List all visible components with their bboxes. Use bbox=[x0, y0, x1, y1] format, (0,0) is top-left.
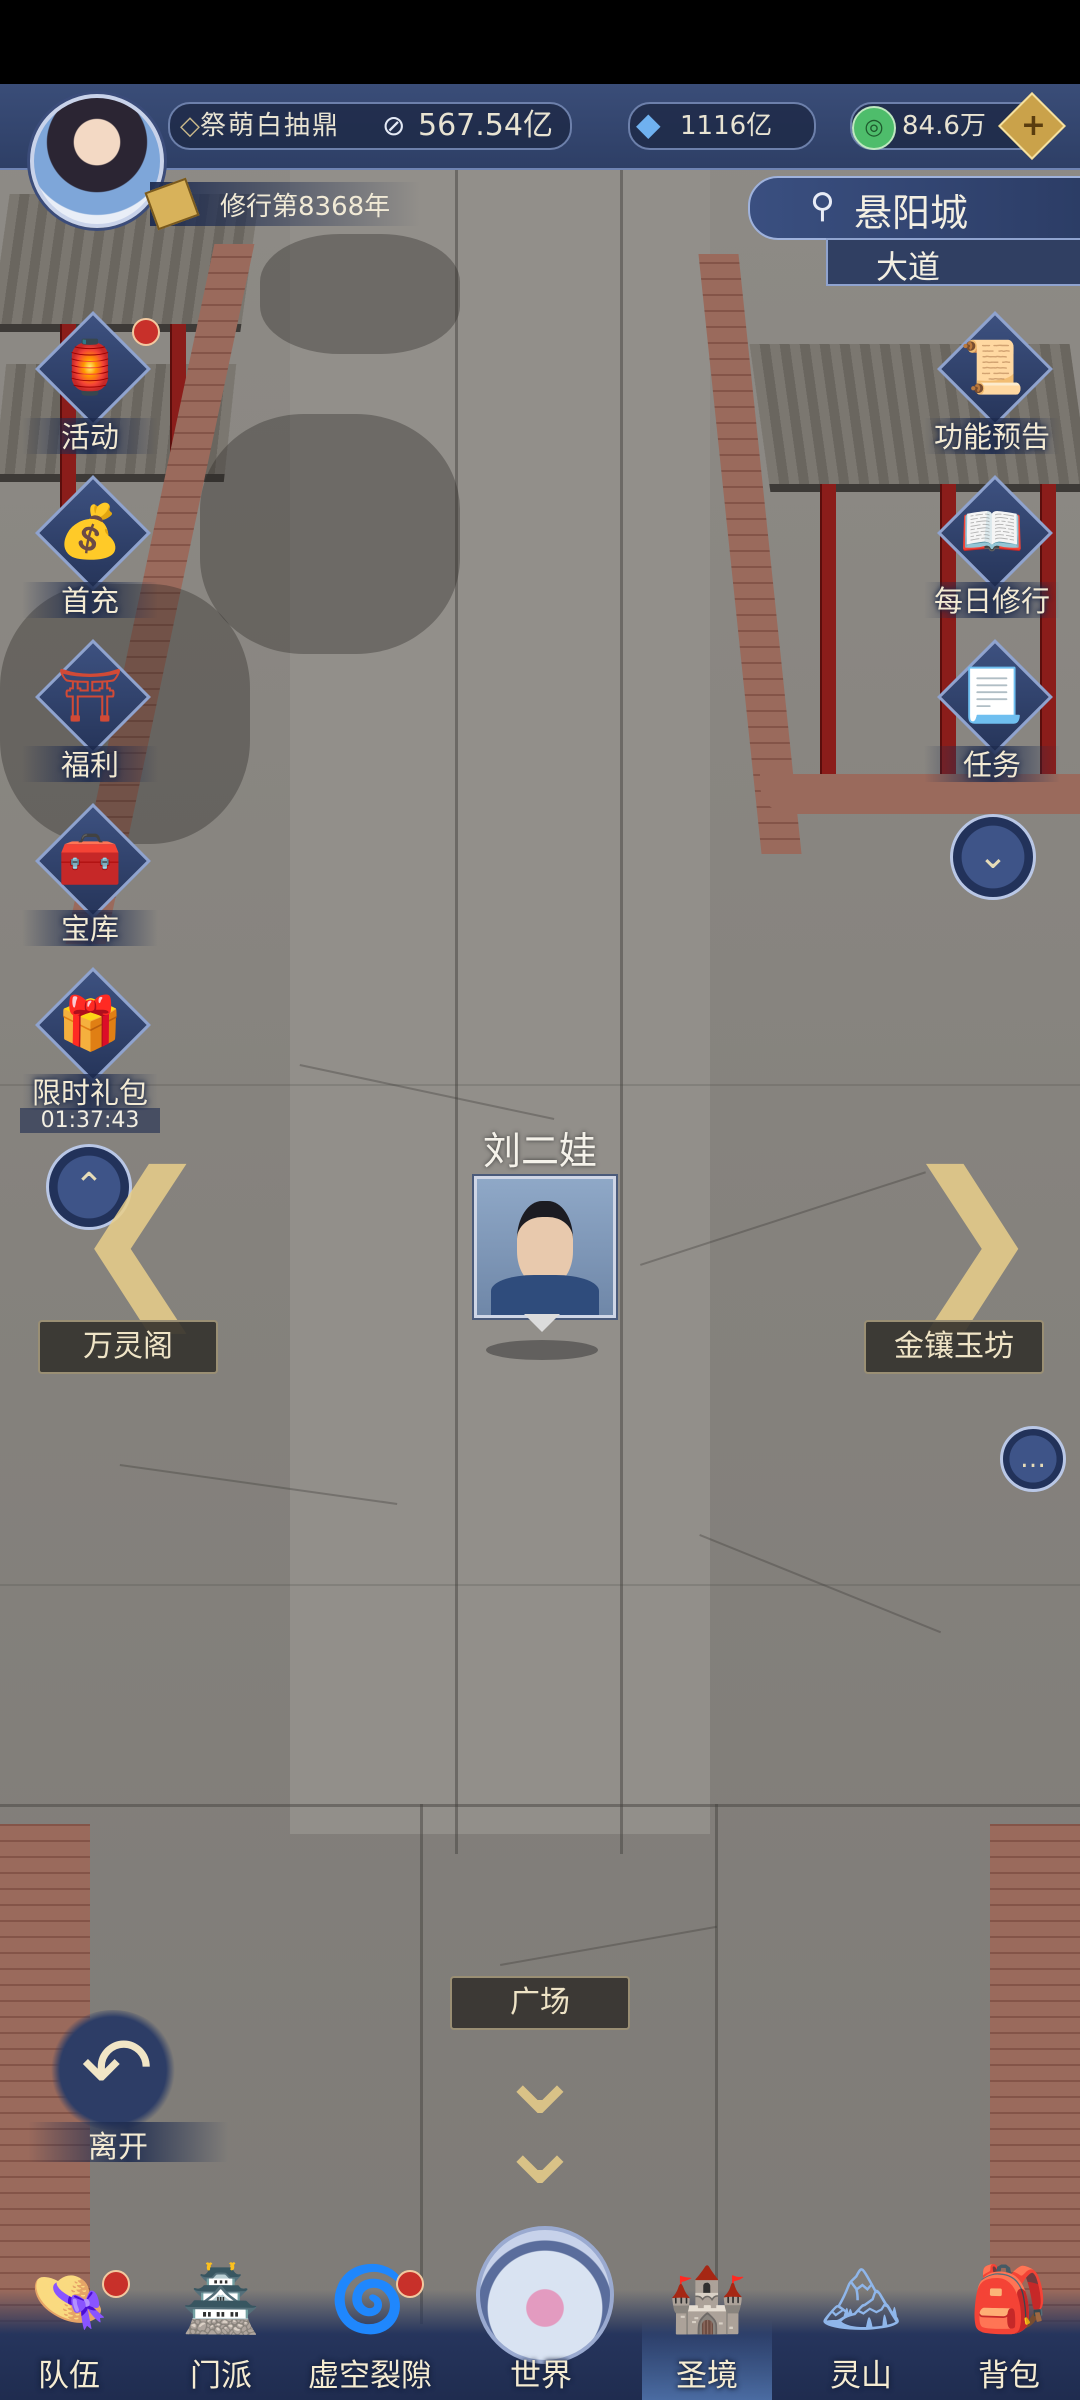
tasks-label: 任务 bbox=[962, 748, 1021, 782]
team-notification-dot bbox=[102, 2270, 130, 2298]
add-icon: + bbox=[1020, 108, 1046, 143]
nav-world[interactable]: 世界 bbox=[456, 2220, 626, 2400]
combat-power-icon: ⊘ bbox=[382, 109, 406, 142]
pavilion-icon: ⛩ bbox=[56, 666, 123, 726]
leave-button[interactable]: ↶ 离开 bbox=[28, 2010, 228, 2165]
jinxiangyu-shop-label: 金镶玉坊 bbox=[894, 1329, 1014, 1364]
nav-void-rift[interactable]: 🌀 虚空裂隙 bbox=[300, 2250, 440, 2400]
nav-sect[interactable]: 🏯 门派 bbox=[156, 2250, 286, 2400]
nav-backpack-label: 背包 bbox=[978, 2358, 1040, 2394]
limited-pack-label: 限时礼包 bbox=[31, 1076, 148, 1110]
city-name: 悬阳城 bbox=[854, 191, 969, 235]
tasks-button[interactable]: 📃 任务 bbox=[924, 639, 1060, 796]
area-name: 大道 bbox=[876, 248, 941, 286]
jade-coin-icon: ◎ bbox=[852, 106, 896, 150]
player-avatar[interactable] bbox=[30, 94, 164, 228]
treasure-chest-icon: 🧰 bbox=[57, 830, 123, 890]
world-globe-icon bbox=[476, 2226, 614, 2364]
mountain-icon: 🏔 bbox=[820, 2263, 902, 2337]
nav-team-label: 队伍 bbox=[38, 2358, 100, 2394]
void-rift-notification-dot bbox=[396, 2270, 424, 2298]
jade-value: 84.6万 bbox=[902, 111, 986, 141]
treasury-button[interactable]: 🧰 宝库 bbox=[22, 803, 158, 960]
activity-button[interactable]: 🏮 活动 bbox=[22, 311, 160, 468]
crystal-currency[interactable]: ◆ 1116亿 bbox=[628, 102, 816, 150]
activity-notification-dot bbox=[132, 318, 160, 346]
cultivation-year-text: 修行第8368年 bbox=[220, 192, 391, 222]
go-right-arrow-icon[interactable]: ❯ bbox=[900, 1150, 1042, 1320]
crystal-value: 1116亿 bbox=[680, 111, 773, 141]
area-panel: 大道 bbox=[826, 238, 1080, 286]
return-arrow-icon: ↶ bbox=[80, 2019, 154, 2119]
leave-label: 离开 bbox=[88, 2130, 148, 2165]
task-scroll-icon: 📃 bbox=[959, 666, 1025, 726]
location-pin-icon: ⚲ bbox=[810, 186, 835, 226]
scroll-preview-icon: 📜 bbox=[959, 338, 1025, 398]
combat-power-value: 567.54亿 bbox=[418, 108, 553, 143]
event-banner-text: 祭萌白抽鼎 bbox=[200, 111, 341, 141]
nav-world-label: 世界 bbox=[510, 2358, 572, 2394]
crystal-icon: ◆ bbox=[636, 105, 661, 143]
nav-team[interactable]: 👒 队伍 bbox=[4, 2250, 134, 2400]
limited-pack-timer: 01:37:43 bbox=[20, 1108, 160, 1133]
lantern-icon: 🏮 bbox=[57, 338, 123, 398]
daily-practice-label: 每日修行 bbox=[933, 584, 1050, 618]
first-recharge-label: 首充 bbox=[60, 584, 119, 618]
jade-currency[interactable]: ◎ 84.6万 + bbox=[850, 92, 1066, 160]
npc-face-icon bbox=[517, 1201, 573, 1285]
void-portal-icon: 🌀 bbox=[329, 2263, 409, 2337]
scroll-icon bbox=[144, 177, 200, 231]
nav-sect-label: 门派 bbox=[190, 2358, 252, 2394]
wanling-pavilion-sign[interactable]: 万灵阁 bbox=[38, 1320, 218, 1374]
welfare-button[interactable]: ⛩ 福利 bbox=[22, 639, 158, 796]
daily-practice-button[interactable]: 📖 每日修行 bbox=[924, 475, 1060, 632]
collapse-right-menu-button[interactable]: ⌄ bbox=[950, 814, 1036, 900]
go-left-arrow-icon[interactable]: ❮ bbox=[70, 1150, 212, 1320]
gift-bag-icon: 🎁 bbox=[57, 994, 123, 1054]
chat-bubble-icon: … bbox=[1020, 1444, 1046, 1474]
npc-name: 刘二娃 bbox=[482, 1129, 597, 1173]
chat-button[interactable]: … bbox=[1000, 1426, 1066, 1492]
nav-backpack[interactable]: 🎒 背包 bbox=[944, 2250, 1074, 2400]
jinxiangyu-shop-sign[interactable]: 金镶玉坊 bbox=[864, 1320, 1044, 1374]
event-banner[interactable]: ◇ 祭萌白抽鼎 ⊘ 567.54亿 bbox=[168, 102, 572, 150]
treasury-label: 宝库 bbox=[60, 912, 119, 946]
backpack-icon: 🎒 bbox=[969, 2263, 1049, 2337]
diamond-ornament-icon: ◇ bbox=[180, 111, 200, 141]
nav-holy-realm[interactable]: 🏰 圣境 bbox=[642, 2250, 772, 2400]
nav-spirit-mountain-label: 灵山 bbox=[830, 2358, 892, 2394]
money-bag-icon: 💰 bbox=[57, 502, 123, 562]
feature-preview-label: 功能预告 bbox=[933, 420, 1050, 454]
sect-hall-icon: 🏯 bbox=[181, 2263, 261, 2337]
limited-pack-button[interactable]: 🎁 限时礼包 01:37:43 bbox=[20, 967, 160, 1133]
activity-label: 活动 bbox=[60, 420, 119, 454]
nav-holy-realm-label: 圣境 bbox=[676, 2358, 738, 2394]
nav-void-rift-label: 虚空裂隙 bbox=[308, 2358, 432, 2394]
go-down-arrow-icon[interactable]: ⌄ ⌄ bbox=[470, 2020, 610, 2200]
npc-portrait[interactable] bbox=[474, 1176, 616, 1318]
first-recharge-button[interactable]: 💰 首充 bbox=[22, 475, 158, 632]
npc-marker-icon bbox=[524, 1314, 560, 1332]
straw-hat-icon: 👒 bbox=[29, 2263, 109, 2337]
chevron-down-icon: ⌄ bbox=[977, 836, 1009, 877]
feature-preview-button[interactable]: 📜 功能预告 bbox=[924, 311, 1060, 468]
wanling-pavilion-label: 万灵阁 bbox=[83, 1329, 173, 1364]
cultivation-year-badge: 修行第8368年 bbox=[144, 177, 420, 231]
book-icon: 📖 bbox=[959, 502, 1025, 562]
welfare-label: 福利 bbox=[60, 748, 119, 782]
nav-spirit-mountain[interactable]: 🏔 灵山 bbox=[796, 2250, 926, 2400]
holy-tower-icon: 🏰 bbox=[667, 2263, 747, 2337]
location-panel[interactable]: ⚲ 悬阳城 bbox=[748, 176, 1080, 240]
